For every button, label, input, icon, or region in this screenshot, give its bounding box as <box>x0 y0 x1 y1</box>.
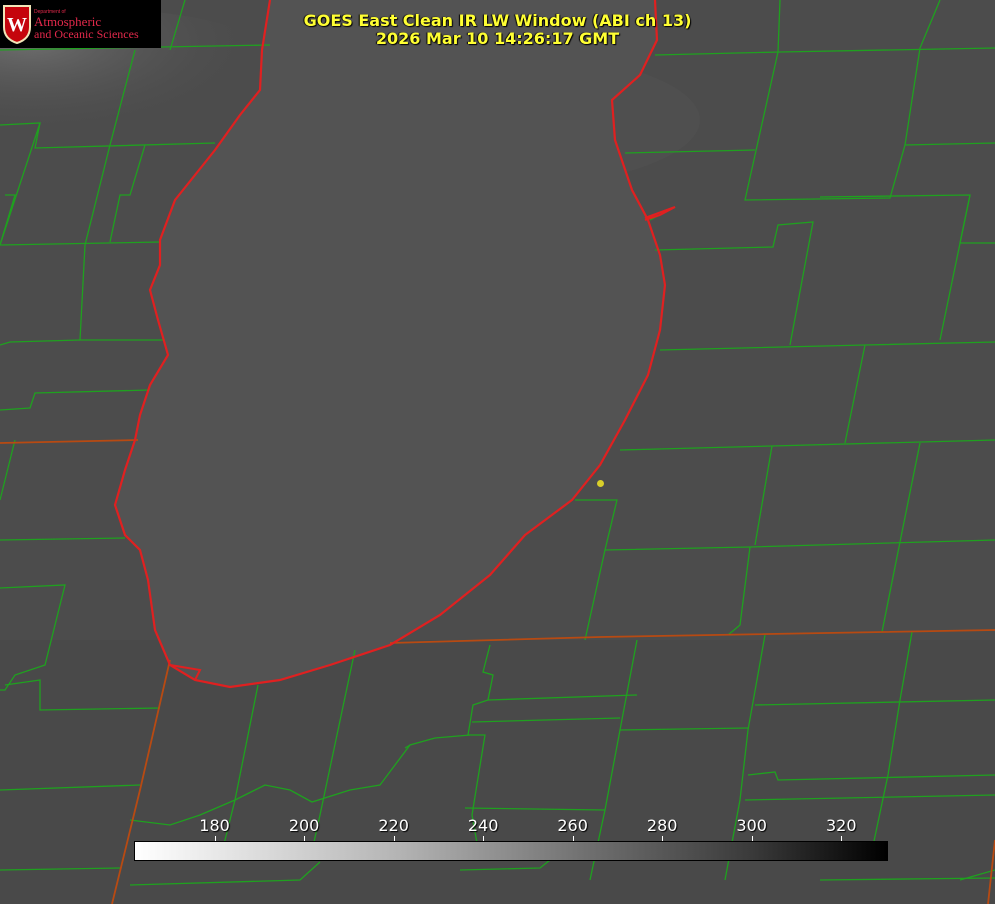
logo-line-2: and Oceanic Sciences <box>34 27 139 41</box>
aos-logo[interactable]: W Department of Atmospheric and Oceanic … <box>0 0 161 48</box>
city-marker <box>597 480 604 487</box>
seal-letter: W <box>7 14 27 36</box>
satellite-image-viewer: W Department of Atmospheric and Oceanic … <box>0 0 995 904</box>
satellite-map <box>0 0 995 904</box>
lower-band <box>0 640 995 904</box>
uw-crest-icon: W <box>3 5 31 45</box>
